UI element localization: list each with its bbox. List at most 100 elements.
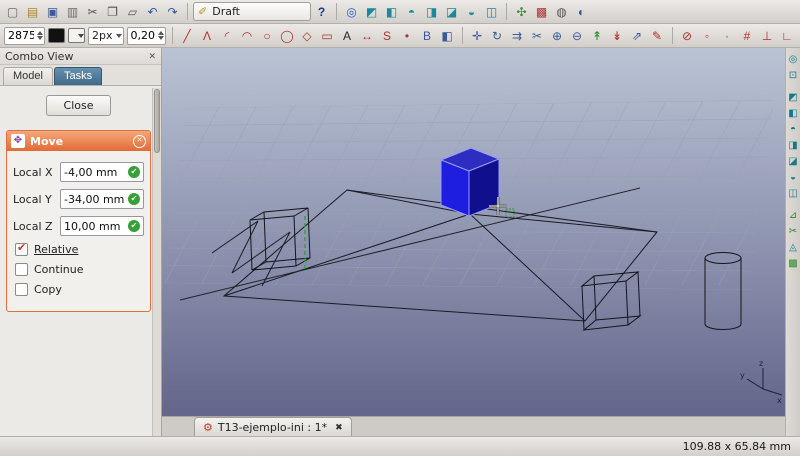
texture-view-icon[interactable]: ▩ <box>532 2 551 22</box>
document-tab[interactable]: ⚙ T13-ejemplo-ini : 1* ✖ <box>194 417 352 436</box>
draw-style-icon[interactable]: ◍ <box>552 2 571 22</box>
facebinder-tool-icon[interactable]: ◧ <box>438 26 457 46</box>
value-spin-arrows[interactable] <box>37 28 43 43</box>
3d-scene[interactable]: z x y <box>162 48 785 416</box>
tab-tasks[interactable]: Tasks <box>53 67 103 85</box>
text-scale-input[interactable] <box>127 29 158 42</box>
local-z-input[interactable] <box>61 219 128 233</box>
front-view-icon[interactable]: ◧ <box>382 2 401 22</box>
snap-lock-icon[interactable]: ⊘ <box>678 26 697 46</box>
text-scale-field[interactable] <box>126 26 166 45</box>
local-y-input[interactable] <box>61 192 128 206</box>
snap-midpoint-icon[interactable]: · <box>718 26 737 46</box>
bspline-tool-icon[interactable]: S <box>378 26 397 46</box>
rt-right-view-icon[interactable]: ◨ <box>787 139 800 152</box>
relative-checkbox-row[interactable]: Relative <box>15 241 142 256</box>
3d-viewport[interactable]: z x y <box>162 48 785 416</box>
rt-texture-icon[interactable]: ▩ <box>787 257 800 270</box>
rt-axonometric-icon[interactable]: ◩ <box>787 91 800 104</box>
zoom-fit-icon[interactable]: ◎ <box>342 2 361 22</box>
offset-tool-icon[interactable]: ⇉ <box>508 26 527 46</box>
rt-left-view-icon[interactable]: ◫ <box>787 187 800 200</box>
stereo-view-icon[interactable]: ◐ <box>572 2 591 22</box>
copy-icon[interactable]: ❐ <box>103 2 122 22</box>
panel-scrollbar-thumb[interactable] <box>154 89 160 153</box>
combo-view-titlebar[interactable]: Combo View ✕ <box>0 48 161 65</box>
tab-model[interactable]: Model <box>3 67 53 85</box>
scale-spin-arrows[interactable] <box>157 28 164 43</box>
wireframe-construction-line[interactable] <box>179 187 641 301</box>
print-icon[interactable]: ▥ <box>63 2 82 22</box>
rt-perspective-icon[interactable]: ◬ <box>787 241 800 254</box>
rt-clip-plane-icon[interactable]: ✂ <box>787 225 800 238</box>
polyline-tool-icon[interactable]: Λ <box>198 26 217 46</box>
edit-tool-icon[interactable]: ✎ <box>648 26 667 46</box>
shapestring-tool-icon[interactable]: B <box>418 26 437 46</box>
top-view-icon[interactable]: ◓ <box>402 2 421 22</box>
snap-grid-icon[interactable]: # <box>738 26 757 46</box>
document-tab-close-icon[interactable]: ✖ <box>332 422 343 433</box>
workbench-selector[interactable]: ✐ Draft <box>193 2 311 21</box>
left-view-icon[interactable]: ◫ <box>482 2 501 22</box>
task-close-button[interactable]: Close <box>45 95 112 116</box>
fillet-tool-icon[interactable]: ◜ <box>218 26 237 46</box>
cut-icon[interactable]: ✂ <box>83 2 102 22</box>
draft-value-input[interactable] <box>5 29 37 42</box>
measure-distance-icon[interactable]: ✣ <box>512 2 531 22</box>
downgrade-tool-icon[interactable]: ↡ <box>608 26 627 46</box>
split-tool-icon[interactable]: ⊖ <box>568 26 587 46</box>
panel-scrollbar[interactable] <box>152 88 161 436</box>
task-dismiss-icon[interactable]: ✕ <box>133 134 146 148</box>
rt-measure-icon[interactable]: ⊿ <box>787 209 800 222</box>
open-document-icon[interactable]: ▤ <box>23 2 42 22</box>
copy-checkbox-row[interactable]: Copy <box>15 283 142 296</box>
combo-spin-arrows[interactable] <box>300 6 306 17</box>
ellipse-tool-icon[interactable]: ◯ <box>278 26 297 46</box>
continue-checkbox[interactable] <box>15 263 28 276</box>
text-tool-icon[interactable]: A <box>338 26 357 46</box>
join-tool-icon[interactable]: ⊕ <box>548 26 567 46</box>
bottom-view-icon[interactable]: ◒ <box>462 2 481 22</box>
local-x-input[interactable] <box>61 165 128 179</box>
trim-tool-icon[interactable]: ✂ <box>528 26 547 46</box>
rear-view-icon[interactable]: ◪ <box>442 2 461 22</box>
axonometric-view-icon[interactable]: ◩ <box>362 2 381 22</box>
snap-ortho-icon[interactable]: ∟ <box>778 26 797 46</box>
redo-icon[interactable]: ↷ <box>163 2 182 22</box>
panel-close-icon[interactable]: ✕ <box>148 51 156 62</box>
rt-zoom-fit-icon[interactable]: ◎ <box>787 53 800 66</box>
wireframe-cylinder[interactable] <box>704 252 742 330</box>
undo-icon[interactable]: ↶ <box>143 2 162 22</box>
scale-tool-icon[interactable]: ⇗ <box>628 26 647 46</box>
snap-perpendicular-icon[interactable]: ⊥ <box>758 26 777 46</box>
rt-rear-view-icon[interactable]: ◪ <box>787 155 800 168</box>
line-width-combo[interactable]: 2px <box>88 26 124 45</box>
snap-endpoint-icon[interactable]: ◦ <box>698 26 717 46</box>
point-tool-icon[interactable]: • <box>398 26 417 46</box>
whats-this-icon[interactable]: ? <box>312 2 331 22</box>
rectangle-tool-icon[interactable]: ▭ <box>318 26 337 46</box>
copy-checkbox[interactable] <box>15 283 28 296</box>
new-document-icon[interactable]: ▢ <box>3 2 22 22</box>
rt-front-view-icon[interactable]: ◧ <box>787 107 800 120</box>
dimension-tool-icon[interactable]: ↔ <box>358 26 377 46</box>
upgrade-tool-icon[interactable]: ↟ <box>588 26 607 46</box>
rt-bottom-view-icon[interactable]: ◒ <box>787 171 800 184</box>
relative-checkbox[interactable] <box>15 241 28 256</box>
line-tool-icon[interactable]: ╱ <box>178 26 197 46</box>
move-tool-icon[interactable]: ✛ <box>468 26 487 46</box>
face-color-swatch[interactable] <box>68 28 85 43</box>
rt-zoom-box-icon[interactable]: ⊡ <box>787 69 800 82</box>
save-icon[interactable]: ▣ <box>43 2 62 22</box>
circle-tool-icon[interactable]: ○ <box>258 26 277 46</box>
continue-checkbox-row[interactable]: Continue <box>15 263 142 276</box>
wireframe-box-right[interactable] <box>580 271 642 331</box>
draft-value-field[interactable] <box>4 26 45 45</box>
rotate-tool-icon[interactable]: ↻ <box>488 26 507 46</box>
arc-tool-icon[interactable]: ◠ <box>238 26 257 46</box>
paste-icon[interactable]: ▱ <box>123 2 142 22</box>
width-combo-arrow[interactable] <box>115 31 122 41</box>
line-color-swatch[interactable] <box>48 28 65 43</box>
right-view-icon[interactable]: ◨ <box>422 2 441 22</box>
polygon-tool-icon[interactable]: ◇ <box>298 26 317 46</box>
